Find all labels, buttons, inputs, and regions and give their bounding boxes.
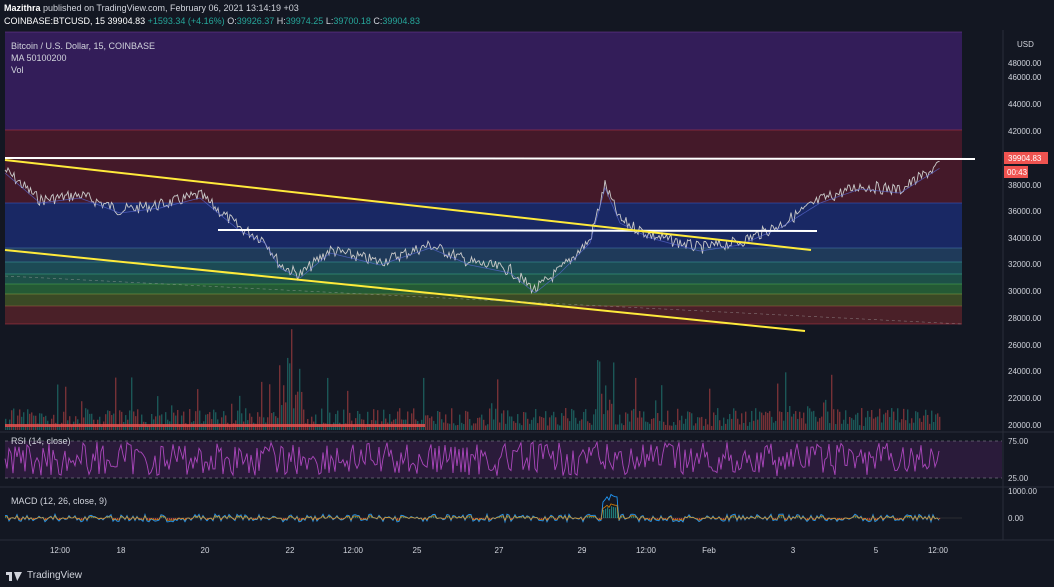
time-tick-label: 12:00 xyxy=(50,546,71,555)
tradingview-brand[interactable]: TradingView xyxy=(6,569,82,581)
price-tick-label: 38000.00 xyxy=(1008,181,1042,190)
price-tick-label: 26000.00 xyxy=(1008,341,1042,350)
price-tick-label: 30000.00 xyxy=(1008,287,1042,296)
time-tick-label: 12:00 xyxy=(928,546,949,555)
price-tick-label: 28000.00 xyxy=(1008,314,1042,323)
low-value: 39700.18 xyxy=(333,16,371,26)
macd-label: MACD (12, 26, close, 9) xyxy=(11,496,107,506)
price-tick-label: 22000.00 xyxy=(1008,394,1042,403)
close-value: 39904.83 xyxy=(382,16,420,26)
support-line[interactable] xyxy=(217,229,818,232)
price-chart[interactable]: 48000.00 46000.00 44000.00 42000.00 38000.00… xyxy=(0,30,1054,565)
price-tick-label: 36000.00 xyxy=(1008,207,1042,216)
publish-header: Mazithra published on TradingView.com, F… xyxy=(0,0,1054,30)
publisher-name[interactable]: Mazithra xyxy=(4,3,41,13)
currency-label: USD xyxy=(1017,40,1034,49)
macd-0-tick: 0.00 xyxy=(1008,514,1024,523)
open-label: O: xyxy=(227,16,237,26)
time-tick-label: 18 xyxy=(117,546,126,555)
price-tick-label: 46000.00 xyxy=(1008,73,1042,82)
price-change: +1593.34 (+4.16%) xyxy=(147,16,225,26)
time-tick-label: 3 xyxy=(791,546,796,555)
countdown-label: 00:43 xyxy=(1007,168,1028,177)
time-tick-label: 20 xyxy=(201,546,210,555)
last-price: 39904.83 xyxy=(107,16,146,26)
tradingview-brand-label: TradingView xyxy=(27,569,83,581)
price-tick-label: 32000.00 xyxy=(1008,260,1042,269)
macd-panel xyxy=(5,493,962,524)
open-value: 39926.37 xyxy=(236,16,275,26)
rsi-label: RSI (14, close) xyxy=(11,436,71,446)
symbol-quote: COINBASE:BTCUSD, 15 39904.83 +1593.34 (+… xyxy=(4,15,420,27)
footer: TradingView xyxy=(0,565,1054,587)
high-value: 39974.25 xyxy=(285,16,324,26)
tradingview-logo-icon xyxy=(6,569,22,581)
price-tick-label: 24000.00 xyxy=(1008,367,1042,376)
legend-title[interactable]: Bitcoin / U.S. Dollar, 15, COINBASE xyxy=(11,40,155,52)
legend-ma[interactable]: MA 50100200 xyxy=(11,52,155,64)
current-price-label: 39904.83 xyxy=(1008,154,1042,163)
rsi-25-tick: 25.00 xyxy=(1008,474,1029,483)
rsi-panel xyxy=(4,440,1002,479)
price-tick-label: 42000.00 xyxy=(1008,127,1042,136)
price-tick-label: 34000.00 xyxy=(1008,234,1042,243)
time-tick-label: 12:00 xyxy=(636,546,657,555)
volume-bars xyxy=(5,329,941,430)
time-tick-label: 12:00 xyxy=(343,546,364,555)
chart-legend: Bitcoin / U.S. Dollar, 15, COINBASE MA 5… xyxy=(11,40,155,76)
price-tick-label: 44000.00 xyxy=(1008,100,1042,109)
rsi-75-tick: 75.00 xyxy=(1008,437,1029,446)
high-label: H: xyxy=(276,16,286,26)
time-tick-label: 29 xyxy=(578,546,587,555)
time-tick-label: 22 xyxy=(286,546,295,555)
time-tick-label: Feb xyxy=(702,546,716,555)
time-tick-label: 5 xyxy=(874,546,879,555)
price-tick-label: 48000.00 xyxy=(1008,59,1042,68)
time-axis[interactable]: 12:00 18 20 22 12:00 25 27 29 12:00 Feb 3 5 12:00 xyxy=(50,546,949,555)
price-axis[interactable]: 48000.00 46000.00 44000.00 42000.00 38000.00… xyxy=(1008,59,1042,430)
published-text: published on TradingView.com, February 0… xyxy=(43,3,299,13)
legend-vol[interactable]: Vol xyxy=(11,64,155,76)
macd-1000-tick: 1000.00 xyxy=(1008,487,1037,496)
time-tick-label: 25 xyxy=(413,546,422,555)
resistance-line[interactable] xyxy=(4,157,976,160)
price-tick-label: 20000.00 xyxy=(1008,421,1042,430)
symbol-name[interactable]: COINBASE:BTCUSD, 15 xyxy=(4,16,105,26)
time-tick-label: 27 xyxy=(495,546,504,555)
publish-info: Mazithra published on TradingView.com, F… xyxy=(4,2,299,14)
